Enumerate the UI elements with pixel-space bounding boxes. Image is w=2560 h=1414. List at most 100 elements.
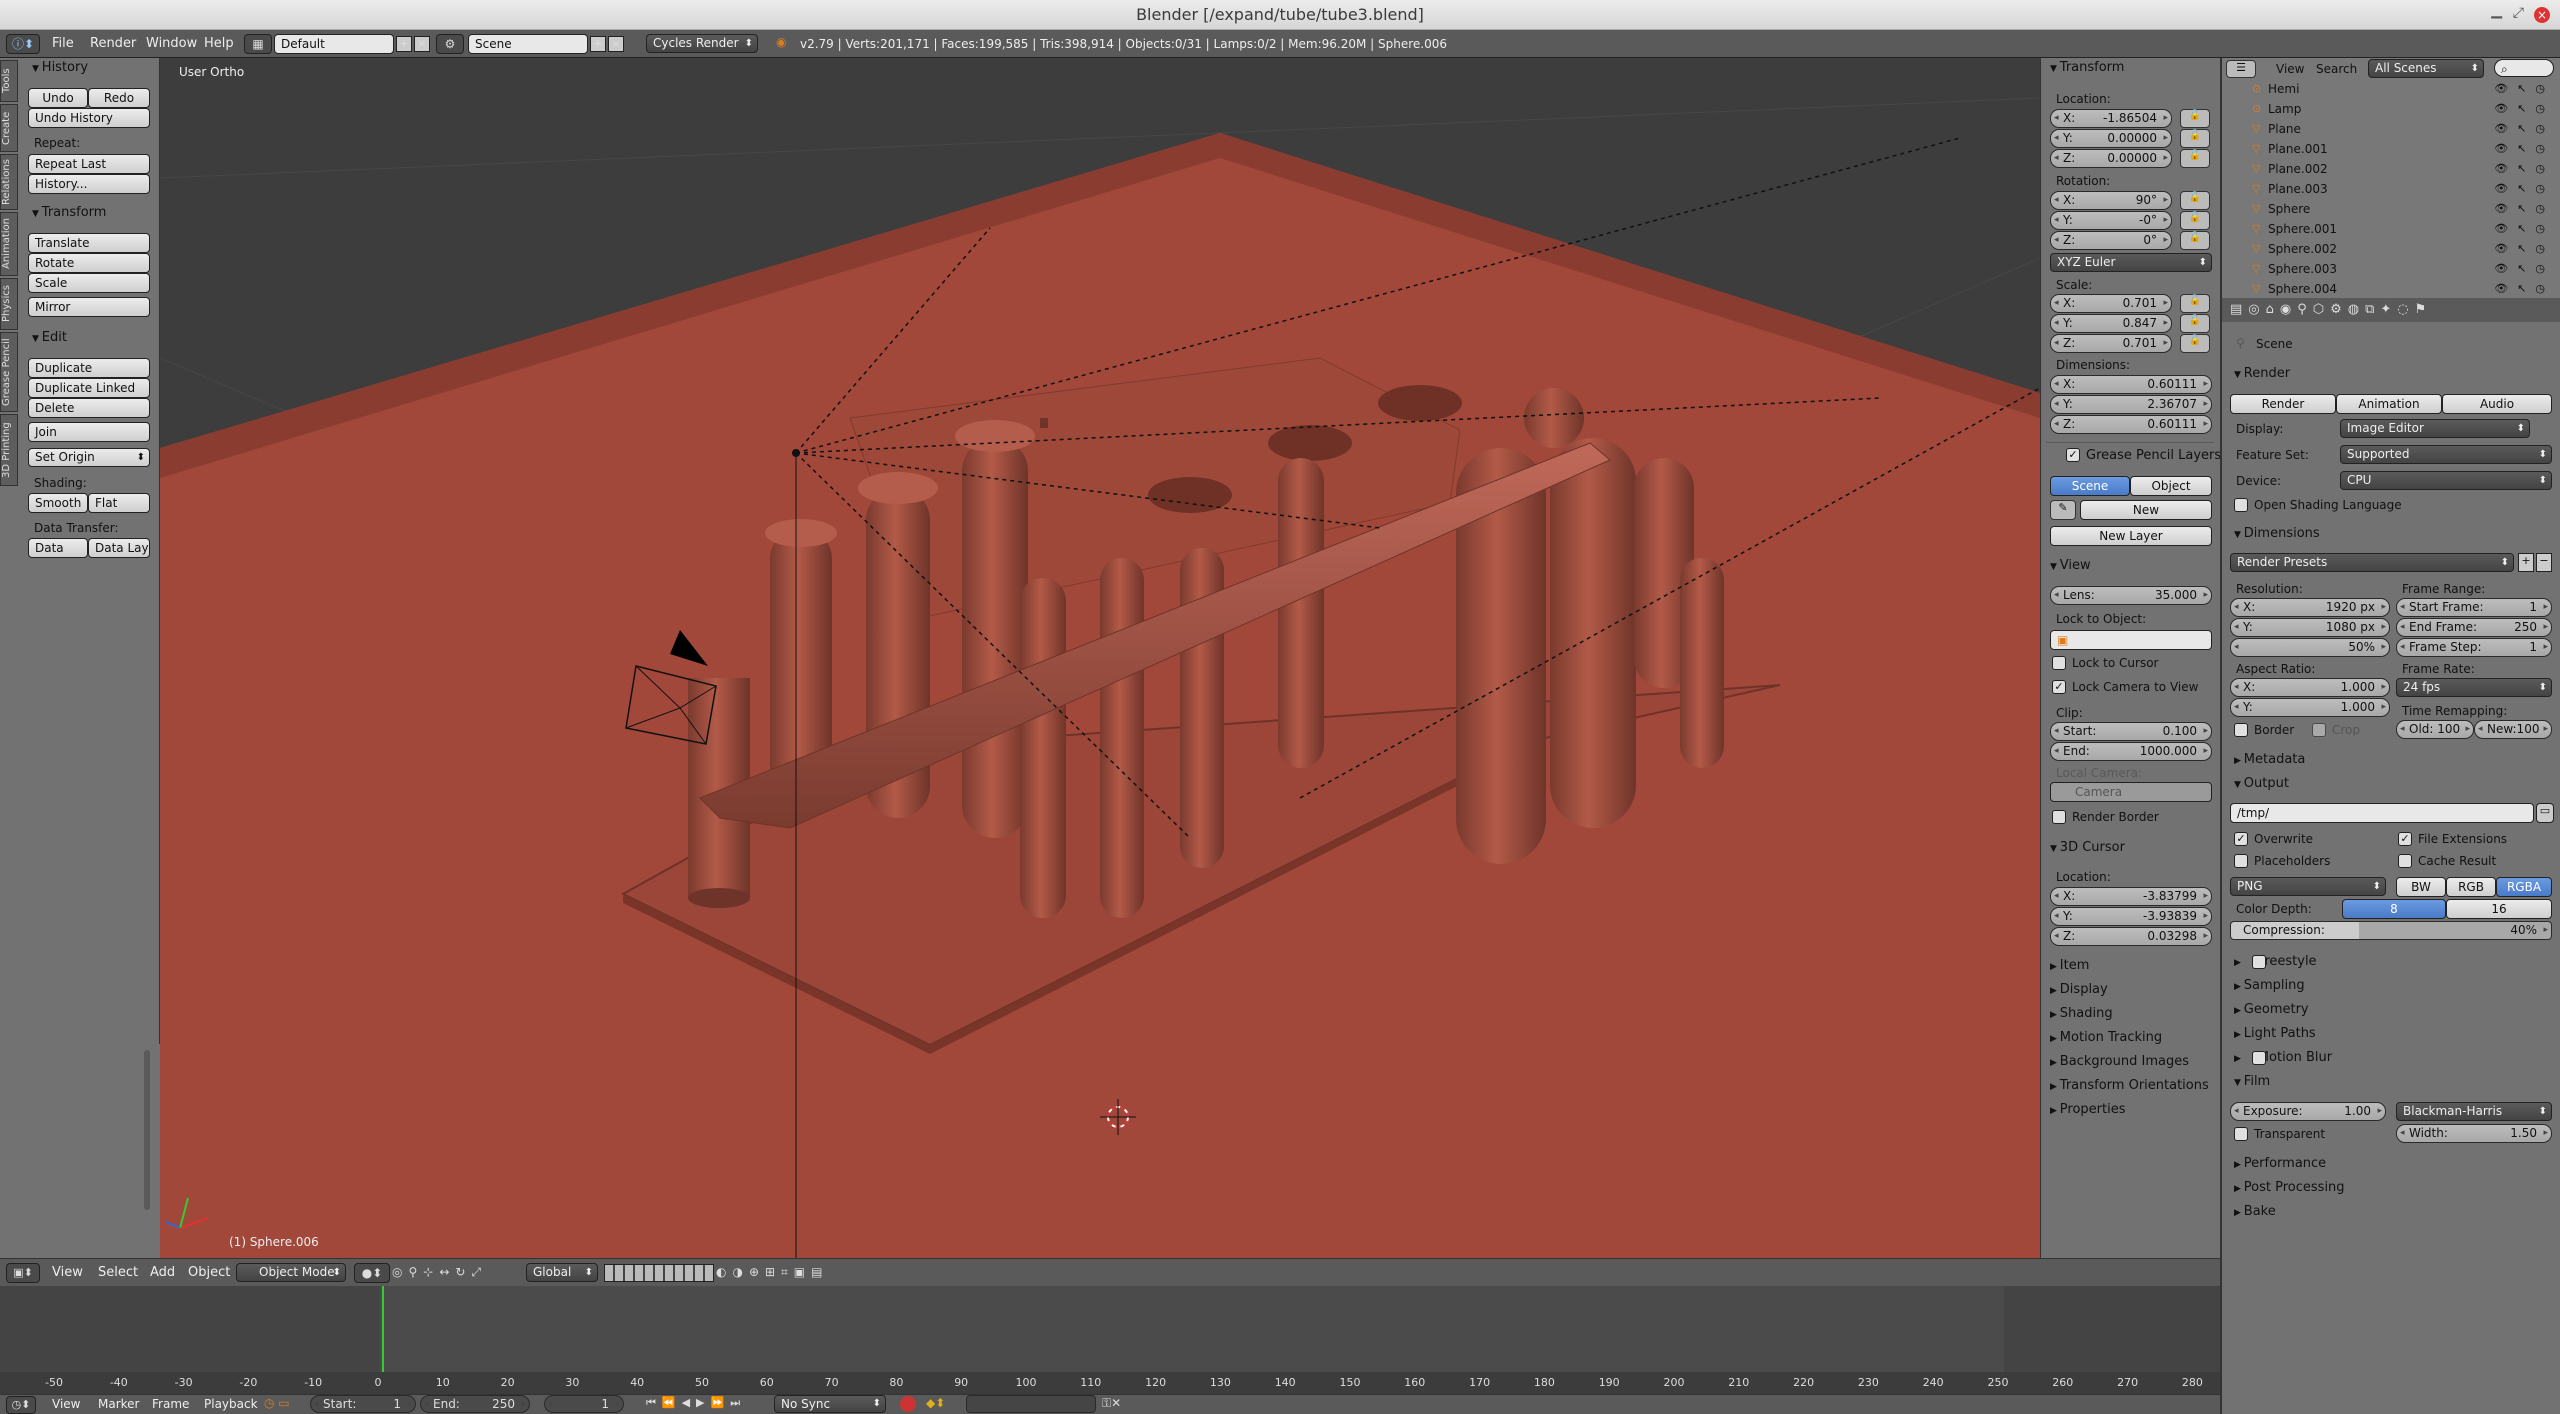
dimension-z-field[interactable]: Z:0.60111	[2050, 415, 2212, 434]
scale-z-field[interactable]: Z:0.701	[2050, 334, 2172, 353]
lock-location-x-icon[interactable]: 🔓	[2180, 109, 2210, 128]
freestyle-panel-header[interactable]: Freestyle	[2234, 954, 2317, 969]
render-engine-dropdown[interactable]: Cycles Render	[646, 34, 758, 53]
tl-menu-frame[interactable]: Frame	[152, 1397, 189, 1411]
dimension-y-field[interactable]: Y:2.36707	[2050, 395, 2212, 414]
duplicate-button[interactable]: Duplicate	[28, 358, 150, 378]
visibility-icons[interactable]: 👁↖◷	[2494, 102, 2554, 115]
tab-relations[interactable]: Relations	[0, 154, 18, 210]
outliner-menu-view[interactable]: View	[2276, 62, 2304, 76]
metadata-panel-header[interactable]: Metadata	[2234, 752, 2306, 767]
3d-viewport[interactable]: User Ortho (1) Sphere.006	[160, 58, 2040, 1258]
rotation-z-field[interactable]: Z:0°	[2050, 231, 2172, 250]
audio-button[interactable]: Audio	[2442, 394, 2552, 414]
tab-3d-printing[interactable]: 3D Printing	[0, 414, 18, 486]
pixel-filter-dropdown[interactable]: Blackman-Harris	[2396, 1102, 2552, 1121]
color-depth-8-toggle[interactable]: 8	[2342, 899, 2446, 919]
lock-rotation-z-icon[interactable]: 🔓	[2180, 231, 2210, 250]
keyframe-icons[interactable]: ◆⬍	[926, 1396, 966, 1412]
set-origin-dropdown[interactable]: Set Origin	[28, 448, 150, 467]
menu-file[interactable]: File	[52, 36, 74, 51]
editor-type-icon[interactable]: ⓘ⬍	[6, 34, 40, 54]
repeat-last-button[interactable]: Repeat Last	[28, 154, 150, 174]
history-button[interactable]: History...	[28, 174, 150, 194]
outliner-item[interactable]: ⊙ Lamp 👁↖◷	[2232, 100, 2560, 120]
lock-scale-y-icon[interactable]: 🔓	[2180, 314, 2210, 333]
render-presets-dropdown[interactable]: Render Presets	[2230, 553, 2514, 572]
rotation-y-field[interactable]: Y:-0°	[2050, 211, 2172, 230]
outliner-item[interactable]: ▽ Sphere 👁↖◷	[2232, 200, 2560, 220]
folder-icon[interactable]: ▭	[2536, 803, 2554, 823]
frame-rate-dropdown[interactable]: 24 fps	[2396, 678, 2552, 697]
n-transform-orientations-header[interactable]: Transform Orientations	[2050, 1078, 2209, 1093]
lens-field[interactable]: Lens:35.000	[2050, 586, 2212, 605]
outliner-item[interactable]: ▽ Sphere.001 👁↖◷	[2232, 220, 2560, 240]
pin-icon[interactable]: ⚲	[2236, 336, 2245, 350]
motion-blur-panel-header[interactable]: Motion Blur	[2234, 1050, 2332, 1065]
light-paths-panel-header[interactable]: Light Paths	[2234, 1026, 2316, 1041]
resolution-percentage-slider[interactable]: 50%	[2230, 638, 2390, 657]
visibility-icons[interactable]: 👁↖◷	[2494, 282, 2554, 295]
preview-range-icon[interactable]: ◷ ▭	[264, 1396, 304, 1414]
gp-scene-toggle[interactable]: Scene	[2050, 476, 2130, 496]
tab-tools[interactable]: Tools	[0, 60, 18, 102]
motion-blur-checkbox[interactable]	[2252, 1051, 2266, 1065]
animation-button[interactable]: Animation	[2336, 394, 2442, 414]
rotation-x-field[interactable]: X:90°	[2050, 191, 2172, 210]
scale-y-field[interactable]: Y:0.847	[2050, 314, 2172, 333]
local-camera-field[interactable]: Camera	[2050, 782, 2212, 802]
visibility-icons[interactable]: 👁↖◷	[2494, 222, 2554, 235]
location-y-field[interactable]: Y:0.00000	[2050, 129, 2172, 148]
outliner-item[interactable]: ⊙ Hemi 👁↖◷	[2232, 80, 2560, 100]
redo-button[interactable]: Redo	[88, 88, 150, 108]
outliner-item[interactable]: ▽ Plane.001 👁↖◷	[2232, 140, 2560, 160]
compression-slider[interactable]: Compression:40%	[2230, 921, 2552, 940]
cursor-x-field[interactable]: X:-3.83799	[2050, 887, 2212, 906]
n-background-images-header[interactable]: Background Images	[2050, 1054, 2189, 1069]
layer-buttons[interactable]	[604, 1264, 714, 1282]
location-z-field[interactable]: Z:0.00000	[2050, 149, 2172, 168]
n-display-header[interactable]: Display	[2050, 982, 2108, 997]
time-old-field[interactable]: Old: 100	[2396, 720, 2474, 739]
osl-checkbox[interactable]	[2234, 498, 2248, 512]
outliner-search-input[interactable]: ⌕	[2494, 59, 2554, 77]
n-item-header[interactable]: Item	[2050, 958, 2090, 973]
placeholders-checkbox[interactable]	[2234, 854, 2248, 868]
cursor-z-field[interactable]: Z:0.03298	[2050, 927, 2212, 946]
freestyle-checkbox[interactable]	[2252, 955, 2266, 969]
bake-panel-header[interactable]: Bake	[2234, 1204, 2276, 1219]
outliner-scope-dropdown[interactable]: All Scenes	[2368, 59, 2484, 78]
start-field[interactable]: Start:1	[310, 1395, 416, 1413]
n-shading-header[interactable]: Shading	[2050, 1006, 2113, 1021]
lock-camera-checkbox[interactable]: ✓	[2052, 680, 2066, 694]
join-button[interactable]: Join	[28, 422, 150, 442]
grease-pencil-checkbox[interactable]: ✓	[2066, 448, 2080, 462]
visibility-icons[interactable]: 👁↖◷	[2494, 182, 2554, 195]
menu-render[interactable]: Render	[90, 36, 136, 51]
vp-menu-object[interactable]: Object	[188, 1265, 230, 1280]
rotation-mode-dropdown[interactable]: XYZ Euler	[2050, 253, 2212, 272]
gp-new-button[interactable]: New	[2080, 500, 2212, 520]
n-motion-tracking-header[interactable]: Motion Tracking	[2050, 1030, 2162, 1045]
tl-menu-view[interactable]: View	[52, 1397, 80, 1411]
file-format-dropdown[interactable]: PNG	[2230, 877, 2386, 896]
lock-scale-z-icon[interactable]: 🔓	[2180, 334, 2210, 353]
undo-history-button[interactable]: Undo History	[28, 108, 150, 128]
outliner-item[interactable]: ▽ Sphere.003 👁↖◷	[2232, 260, 2560, 280]
resolution-y-field[interactable]: Y:1080 px	[2230, 618, 2390, 637]
keying-set-field[interactable]	[966, 1395, 1096, 1413]
remove-scene-icon[interactable]: ×	[608, 36, 624, 52]
pencil-icon[interactable]: ✎	[2050, 500, 2076, 520]
screen-layout-field[interactable]: Default	[274, 34, 394, 54]
panel-edit-header[interactable]: Edit	[32, 330, 67, 345]
outliner-item[interactable]: ▽ Sphere.002 👁↖◷	[2232, 240, 2560, 260]
render-border-checkbox[interactable]	[2052, 810, 2066, 824]
maximize-icon[interactable]: ⤢	[2513, 5, 2524, 21]
transparent-checkbox[interactable]	[2234, 1127, 2248, 1141]
rotate-button[interactable]: Rotate	[28, 253, 150, 273]
add-preset-icon[interactable]: +	[2518, 553, 2534, 572]
data-button[interactable]: Data	[28, 538, 88, 558]
file-extensions-checkbox[interactable]: ✓	[2398, 832, 2412, 846]
new-layer-button[interactable]: New Layer	[2050, 526, 2212, 546]
n-properties-header[interactable]: Properties	[2050, 1102, 2126, 1117]
